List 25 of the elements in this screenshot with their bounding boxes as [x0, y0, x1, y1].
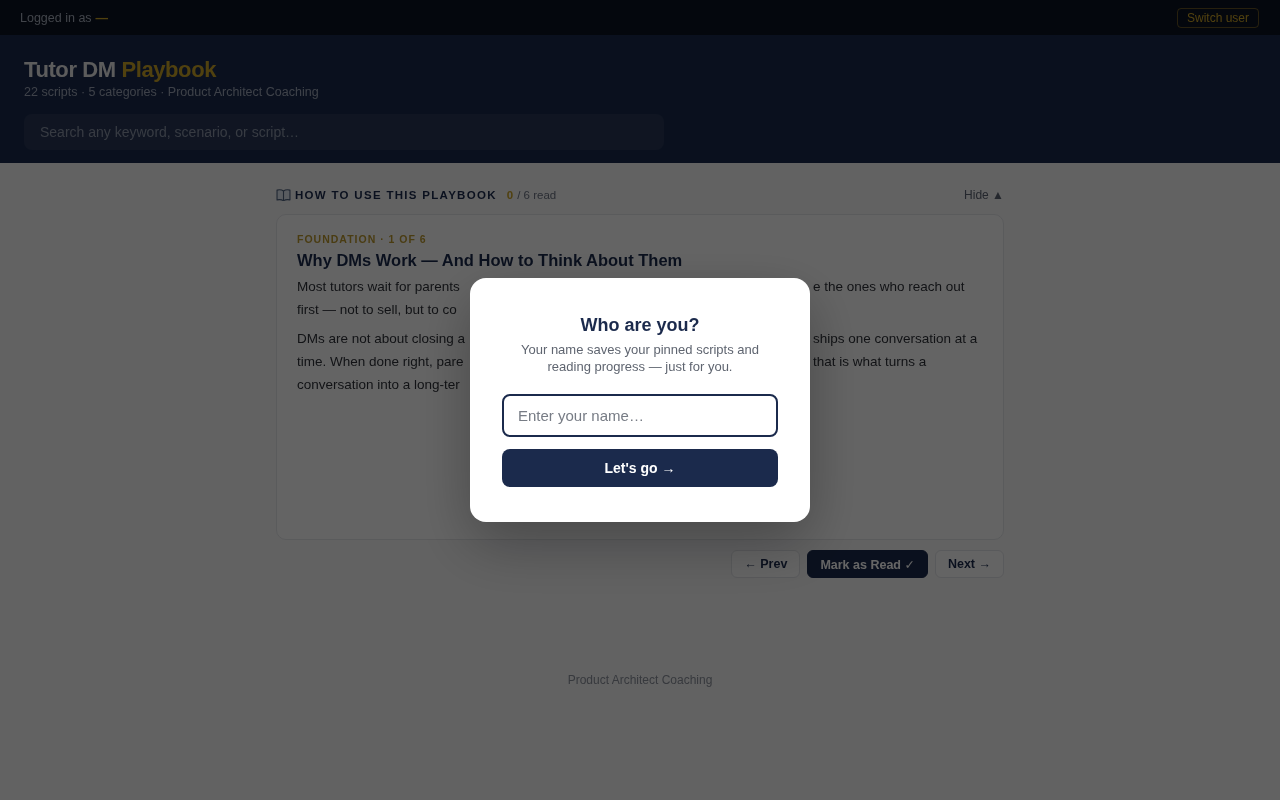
body-text: Most tutors wait for parents	[297, 279, 460, 294]
app-title: Tutor DM Playbook	[24, 57, 218, 83]
body-text: DMs are not about closing a	[297, 331, 466, 347]
guide-title: HOW TO USE THIS PLAYBOOK	[295, 189, 497, 201]
switch-user-button[interactable]: Switch user	[1176, 7, 1259, 28]
card-heading: Why DMs Work — And How to Think About Them	[297, 250, 684, 270]
mark-read-button[interactable]: Mark as Read ✓	[807, 550, 928, 578]
dialog-title: Who are you?	[579, 314, 701, 336]
body-text: that is what turns a	[813, 354, 927, 370]
lets-go-button[interactable]: Let's go →	[502, 449, 778, 487]
body-text: first — not to sell, but to co	[297, 301, 457, 317]
card-eyebrow: FOUNDATION · 1 OF 6	[297, 232, 428, 246]
body-text: time. When done right, pare	[297, 354, 464, 370]
body-text: e the ones who reach out	[813, 279, 965, 294]
body-text: ships one conversation at a	[813, 331, 978, 347]
logged-in-label: Logged in as	[20, 10, 92, 25]
body-text: conversation into a long-ter	[297, 376, 460, 392]
hide-toggle-button[interactable]: Hide ▲	[964, 188, 1004, 202]
dialog-text: Your name saves your pinned scripts and reading progress — just for you.	[520, 342, 760, 375]
user-name-text: —	[95, 10, 109, 25]
read-count: 0	[506, 189, 514, 201]
book-icon	[276, 189, 291, 201]
nav-button[interactable]: Next →	[934, 550, 1004, 578]
name-field[interactable]: Enter your name…	[502, 394, 778, 437]
nav-button[interactable]: ← Prev	[731, 550, 801, 578]
